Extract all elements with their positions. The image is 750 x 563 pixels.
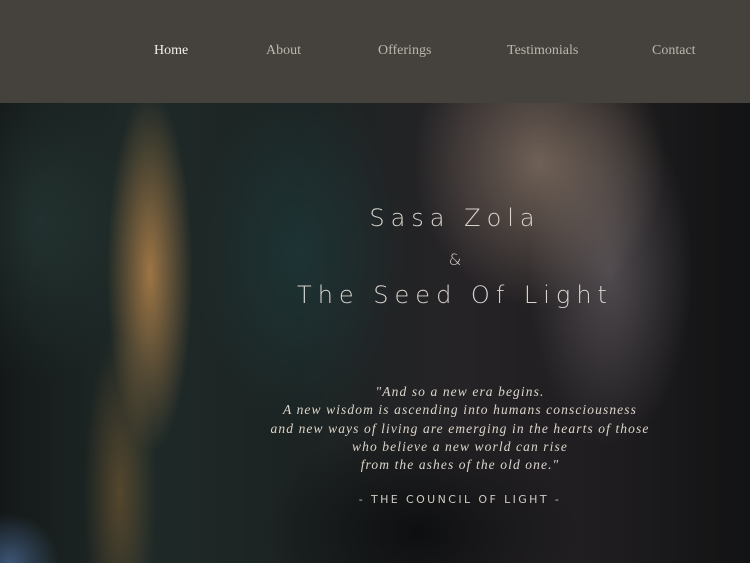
quote-line: A new wisdom is ascending into humans co… — [283, 402, 637, 418]
hero-title-name: Sasa Zola — [369, 204, 541, 232]
nav-testimonials-link[interactable]: Testimonials — [507, 43, 578, 59]
nav-about-link[interactable]: About — [266, 43, 301, 59]
nav-contact-link[interactable]: Contact — [652, 43, 696, 59]
hero-quote: "And so a new era begins. A new wisdom i… — [240, 383, 680, 474]
background-bokeh — [0, 513, 60, 563]
quote-attribution: - THE COUNCIL OF LIGHT - — [358, 493, 562, 506]
nav-offerings-link[interactable]: Offerings — [378, 43, 431, 59]
top-nav: Home About Offerings Testimonials Contac… — [0, 0, 750, 103]
hero-section: Sasa Zola & The Seed Of Light "And so a … — [0, 103, 750, 563]
quote-line: who believe a new world can rise — [352, 438, 568, 454]
nav-home-link[interactable]: Home — [154, 43, 188, 59]
hero-ampersand: & — [448, 250, 462, 269]
quote-line: and new ways of living are emerging in t… — [270, 420, 650, 436]
quote-line: from the ashes of the old one." — [360, 457, 560, 473]
hero-title-subtitle: The Seed Of Light — [297, 281, 613, 309]
quote-line: "And so a new era begins. — [375, 384, 545, 399]
